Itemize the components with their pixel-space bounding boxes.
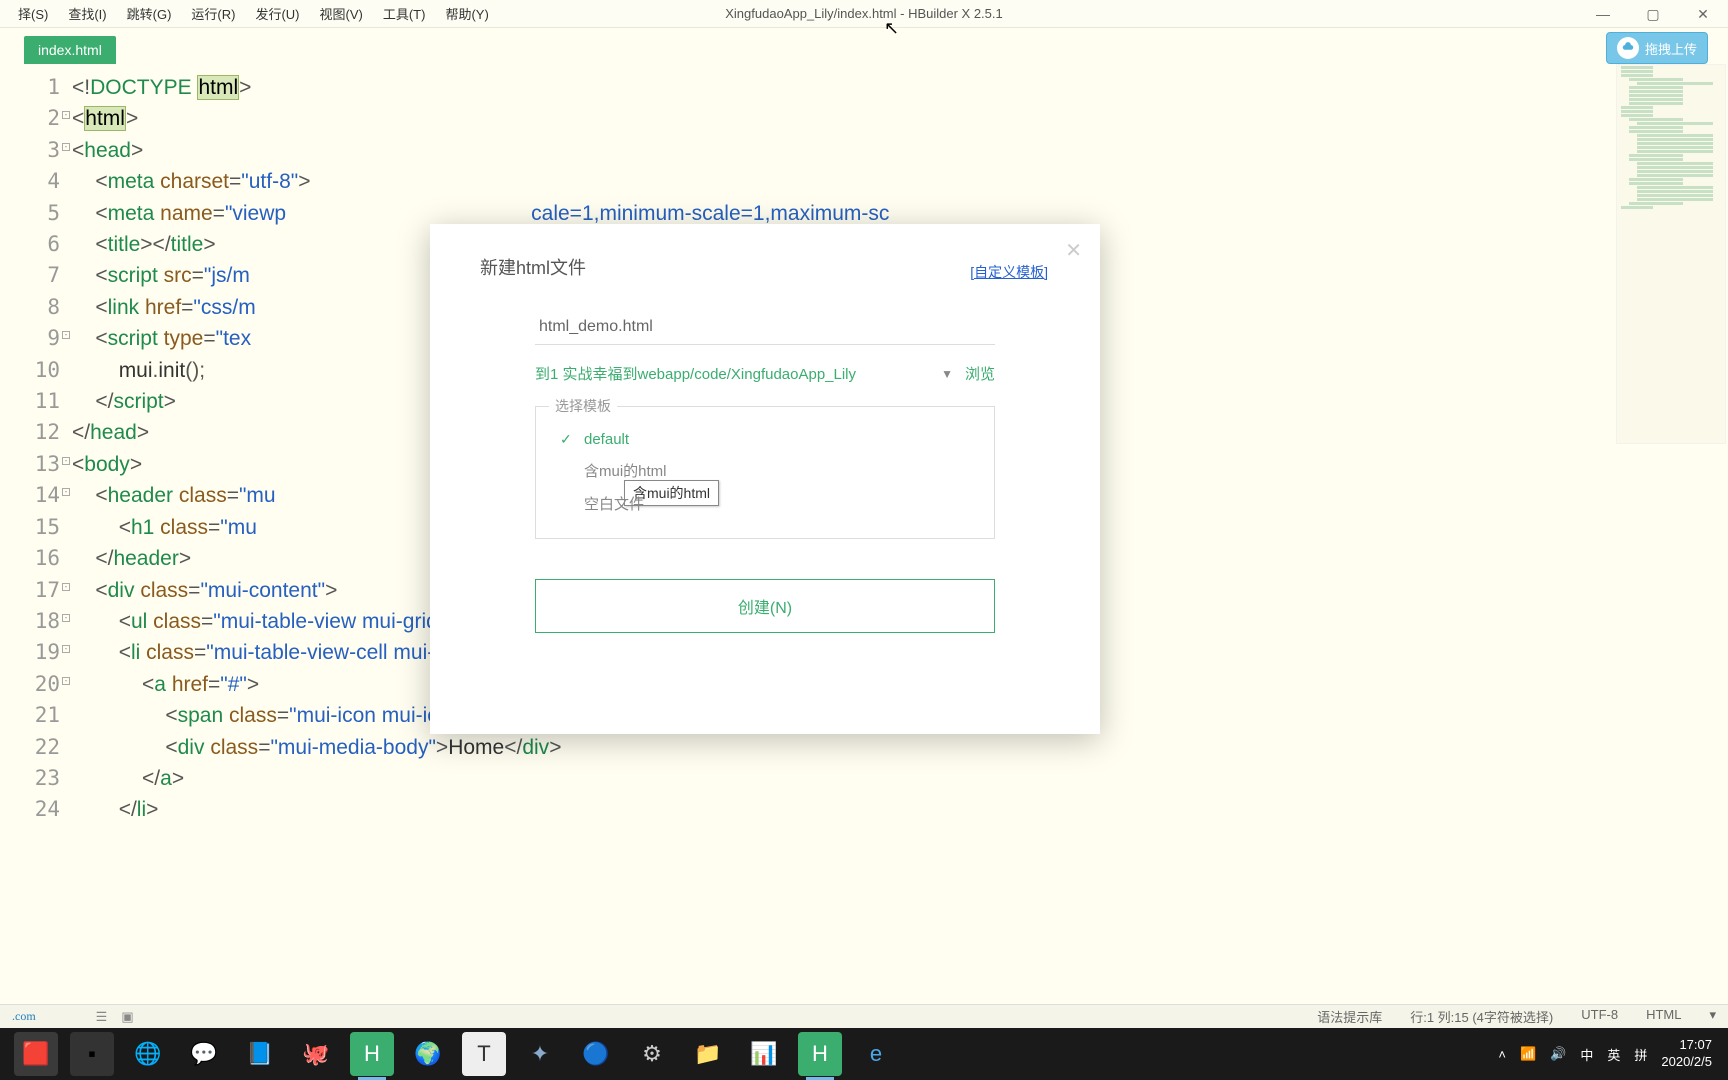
close-button[interactable]: ✕ xyxy=(1678,0,1728,28)
line-gutter: 12-3-456789-10111213-14-151617-18-19-20-… xyxy=(0,64,72,1012)
statusbar: .com ☰ ▣ 语法提示库 行:1 列:15 (4字符被选择) UTF-8 H… xyxy=(0,1004,1728,1028)
template-name: 空白文件 xyxy=(584,493,644,514)
typora-icon[interactable]: T xyxy=(462,1032,506,1076)
minimap[interactable] xyxy=(1616,64,1726,444)
dialog-title: 新建html文件 xyxy=(480,254,1050,280)
menu-help[interactable]: 帮助(Y) xyxy=(435,1,498,26)
menu-view[interactable]: 视图(V) xyxy=(310,1,373,26)
template-label: 选择模板 xyxy=(549,396,617,416)
taskbar: 🟥 ▪ 🌐 💬 📘 🐙 H 🌍 T ✦ 🔵 ⚙ 📁 📊 H e ˄ 📶 🔊 中 … xyxy=(0,1028,1728,1080)
maximize-button[interactable]: ▢ xyxy=(1628,0,1678,28)
tabbar: index.html 拖拽上传 xyxy=(0,28,1728,64)
ime-lang1[interactable]: 中 xyxy=(1580,1045,1593,1064)
status-domain: .com xyxy=(12,1009,36,1024)
menu-select[interactable]: 择(S) xyxy=(8,1,58,26)
ime-lang2[interactable]: 英 xyxy=(1607,1045,1620,1064)
menu-find[interactable]: 查找(I) xyxy=(58,1,116,26)
menu-goto[interactable]: 跳转(G) xyxy=(117,1,182,26)
path-text: 到1 实战幸福到webapp/code/XingfudaoApp_Lily xyxy=(535,363,929,384)
list-icon[interactable]: ☰ xyxy=(96,1009,108,1025)
intellij-icon[interactable]: 🟥 xyxy=(14,1032,58,1076)
browse-link[interactable]: 浏览 xyxy=(965,363,995,384)
edge-icon[interactable]: 🌍 xyxy=(406,1032,450,1076)
template-default[interactable]: ✓ default xyxy=(560,425,970,454)
app-icon-1[interactable]: 📘 xyxy=(238,1032,282,1076)
hbuilder-icon[interactable]: H xyxy=(350,1032,394,1076)
custom-template-link[interactable]: [自定义模板] xyxy=(970,262,1048,282)
filename-input[interactable] xyxy=(535,310,995,345)
dropdown-icon[interactable]: ▾ xyxy=(1709,1007,1716,1026)
terminal-icon[interactable]: ▣ xyxy=(121,1009,133,1025)
cursor-position: 行:1 列:15 (4字符被选择) xyxy=(1410,1007,1553,1026)
minimize-button[interactable]: — xyxy=(1578,0,1628,28)
terminal-icon[interactable]: ▪ xyxy=(70,1032,114,1076)
template-name: 含mui的html xyxy=(584,460,667,481)
powerpoint-icon[interactable]: 📊 xyxy=(742,1032,786,1076)
new-html-dialog: ✕ 新建html文件 [自定义模板] 到1 实战幸福到webapp/code/X… xyxy=(430,224,1100,734)
obs-icon[interactable]: ⚙ xyxy=(630,1032,674,1076)
tray-chevron-icon[interactable]: ˄ xyxy=(1498,1047,1506,1062)
create-button[interactable]: 创建(N) xyxy=(535,579,995,633)
app-icon-2[interactable]: ✦ xyxy=(518,1032,562,1076)
hbuilder2-icon[interactable]: H xyxy=(798,1032,842,1076)
menu-publish[interactable]: 发行(U) xyxy=(245,1,309,26)
template-blank[interactable]: 空白文件 xyxy=(560,487,970,520)
template-name: default xyxy=(584,431,629,448)
github-icon[interactable]: 🐙 xyxy=(294,1032,338,1076)
tray-volume-icon[interactable]: 🔊 xyxy=(1550,1046,1566,1062)
template-list: ✓ default 含mui的html 含mui的html 空白文件 xyxy=(535,406,995,539)
ime-lang3[interactable]: 拼 xyxy=(1634,1045,1647,1064)
language-mode[interactable]: HTML xyxy=(1646,1007,1681,1026)
ie-icon[interactable]: e xyxy=(854,1032,898,1076)
upload-button[interactable]: 拖拽上传 xyxy=(1606,32,1708,64)
system-tray: ˄ 📶 🔊 中 英 拼 17:07 2020/2/5 xyxy=(1498,1037,1720,1071)
menu-tools[interactable]: 工具(T) xyxy=(373,1,436,26)
dialog-close-icon[interactable]: ✕ xyxy=(1065,238,1082,263)
explorer-icon[interactable]: 📁 xyxy=(686,1032,730,1076)
wechat-icon[interactable]: 💬 xyxy=(182,1032,226,1076)
cloud-icon xyxy=(1617,37,1639,59)
app-icon-3[interactable]: 🔵 xyxy=(574,1032,618,1076)
encoding[interactable]: UTF-8 xyxy=(1581,1007,1618,1026)
tab-index-html[interactable]: index.html xyxy=(24,36,116,64)
path-dropdown-icon[interactable]: ▼ xyxy=(941,367,953,381)
tray-network-icon[interactable]: 📶 xyxy=(1520,1046,1536,1062)
check-icon: ✓ xyxy=(560,431,584,448)
menu-run[interactable]: 运行(R) xyxy=(181,1,245,26)
menubar: 择(S) 查找(I) 跳转(G) 运行(R) 发行(U) 视图(V) 工具(T)… xyxy=(0,0,1728,28)
upload-label: 拖拽上传 xyxy=(1645,39,1697,58)
chrome-icon[interactable]: 🌐 xyxy=(126,1032,170,1076)
template-mui[interactable]: 含mui的html 含mui的html xyxy=(560,454,970,487)
clock[interactable]: 17:07 2020/2/5 xyxy=(1661,1037,1712,1071)
window-title: XingfudaoApp_Lily/index.html - HBuilder … xyxy=(725,6,1003,21)
syntax-hint[interactable]: 语法提示库 xyxy=(1317,1007,1382,1026)
